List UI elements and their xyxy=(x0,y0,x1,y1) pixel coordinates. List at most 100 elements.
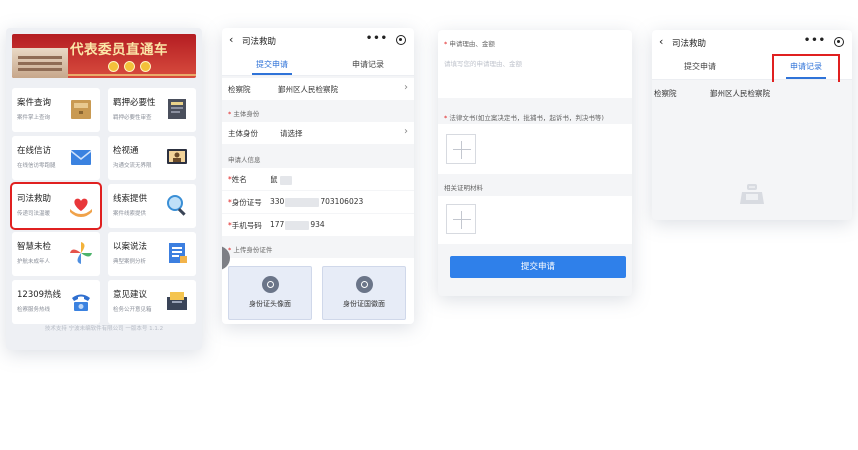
legal-docs-label: * 法律文书(如立案决定书，批捕书，起诉书，判决书等) xyxy=(444,114,604,122)
tile-title: 以案说法 xyxy=(113,242,148,252)
page-title: 司法救助 xyxy=(672,39,707,49)
emblem-icon xyxy=(124,61,135,72)
tile-title: 案件查询 xyxy=(17,98,52,108)
camera-icon xyxy=(262,276,279,293)
procuratorate-row[interactable]: 检察院 鄞州区人民检察院 › xyxy=(222,78,414,100)
nav-header: ‹ 司法救助 ••• xyxy=(222,28,414,52)
apply-form-panel: ‹ 司法救助 ••• 提交申请 申请记录 检察院 鄞州区人民检察院 › * 主体… xyxy=(222,28,414,324)
tile-title: 在线信访 xyxy=(17,146,52,156)
document-icon xyxy=(169,243,187,263)
magnifier-icon xyxy=(167,195,186,216)
tile-subtitle: 传递司法温暖 xyxy=(17,211,51,217)
id-front-upload[interactable]: 身份证头像面 xyxy=(228,266,312,320)
page-title: 司法救助 xyxy=(242,37,277,47)
id-front-caption: 身份证头像面 xyxy=(249,300,291,308)
tile-title: 线索提供 xyxy=(113,194,148,204)
banner[interactable]: 代表委员直通车 xyxy=(12,34,196,78)
emblem-icon xyxy=(140,61,151,72)
more-menu-icon[interactable]: ••• xyxy=(804,35,826,46)
tile-online-petition[interactable]: 在线信访 在线信访零跑腿 xyxy=(12,136,100,180)
suggestion-box-icon xyxy=(167,292,187,310)
back-icon[interactable]: ‹ xyxy=(229,33,233,46)
apply-form-continued-panel: * 申请理由、金额 请填写您的申请理由、金额 * 法律文书(如立案决定书，批捕书… xyxy=(438,30,632,296)
tab-bar: 提交申请 申请记录 xyxy=(222,52,414,76)
footer-text: 技术支持 宁波未编软件有限公司 一版本号 1.1.2 xyxy=(44,326,164,332)
applicant-section-title: 申请人信息 xyxy=(228,156,261,164)
tile-title: 智慧未检 xyxy=(17,242,52,252)
tile-lead-report[interactable]: 线索提供 案件线索提供 xyxy=(108,184,196,228)
pinwheel-icon xyxy=(70,242,92,264)
camera-icon xyxy=(356,276,373,293)
tile-judicial-aid[interactable]: 司法救助 传递司法温暖 xyxy=(10,182,102,230)
name-label: *姓名 xyxy=(228,175,247,184)
procuratorate-value: 鄞州区人民检察院 xyxy=(278,85,338,94)
tile-suggestions[interactable]: 意见建议 检务公开意见箱 xyxy=(108,280,196,324)
empty-inbox-icon xyxy=(740,184,764,204)
active-tab-indicator xyxy=(252,73,292,75)
subject-identity-select: 请选择 xyxy=(280,129,303,138)
video-call-icon xyxy=(167,149,187,164)
name-value: 鼠 xyxy=(270,174,292,185)
name-field[interactable]: *姓名 鼠 xyxy=(222,168,414,190)
procuratorate-value: 鄞州区人民检察院 xyxy=(710,89,770,98)
tile-subtitle: 沟通交流无界限 xyxy=(113,163,152,169)
procuratorate-label: 检察院 xyxy=(228,85,251,94)
subject-identity-label: 主体身份 xyxy=(228,129,258,138)
reason-label: * 申请理由、金额 xyxy=(444,40,495,48)
tab-submit-application[interactable]: 提交申请 xyxy=(256,59,288,70)
back-icon[interactable]: ‹ xyxy=(659,35,663,48)
add-proof-material-button[interactable] xyxy=(446,204,476,234)
tile-subtitle: 案件掌上查询 xyxy=(17,115,51,121)
tile-subtitle: 典型案例分析 xyxy=(113,259,147,265)
nav-header: ‹ 司法救助 ••• xyxy=(652,30,852,54)
add-legal-doc-button[interactable] xyxy=(446,134,476,164)
tile-subtitle: 在线信访零跑腿 xyxy=(17,163,56,169)
chevron-right-icon: › xyxy=(404,82,408,93)
id-back-caption: 身份证国徽面 xyxy=(343,300,385,308)
tile-subtitle: 护航未成年人 xyxy=(17,259,51,265)
folder-icon xyxy=(71,100,91,119)
close-target-icon[interactable] xyxy=(396,35,406,45)
reason-textarea[interactable]: 请填写您的申请理由、金额 xyxy=(444,58,522,68)
building-image xyxy=(12,48,68,78)
tile-title: 羁押必要性 xyxy=(113,98,156,108)
tile-detention-necessity[interactable]: 羁押必要性 羁押必要性审查 xyxy=(108,88,196,132)
tile-case-query[interactable]: 案件查询 案件掌上查询 xyxy=(12,88,100,132)
phone-field[interactable]: *手机号码 177 934 xyxy=(222,214,414,236)
tab-application-records[interactable]: 申请记录 xyxy=(352,59,384,70)
tile-title: 司法救助 xyxy=(17,194,52,204)
procuratorate-label: 检察院 xyxy=(654,89,677,98)
emblem-icon xyxy=(108,61,119,72)
phone-value: 177 934 xyxy=(270,220,325,230)
banner-title: 代表委员直通车 xyxy=(70,42,168,58)
tile-hotline[interactable]: 12309热线 检察服务热线 xyxy=(12,280,100,324)
upload-section-title: * 上传身份证件 xyxy=(228,246,273,254)
more-menu-icon[interactable]: ••• xyxy=(366,33,388,44)
tile-subtitle: 检察服务热线 xyxy=(17,307,51,313)
chevron-right-icon: › xyxy=(404,126,408,137)
tile-title: 12309热线 xyxy=(17,290,62,300)
tab-submit-application[interactable]: 提交申请 xyxy=(684,61,716,72)
subject-identity-row[interactable]: 主体身份 请选择 › xyxy=(222,122,414,144)
subject-section-title: * 主体身份 xyxy=(228,110,260,118)
tile-title: 意见建议 xyxy=(113,290,148,300)
id-number-field[interactable]: *身份证号 330 703106023 xyxy=(222,191,414,213)
id-back-upload[interactable]: 身份证国徽面 xyxy=(322,266,406,320)
procuratorate-row[interactable]: 检察院 鄞州区人民检察院 xyxy=(652,82,852,104)
tile-title: 检视通 xyxy=(113,146,139,156)
id-number-label: *身份证号 xyxy=(228,198,262,207)
proof-materials-label: 相关证明材料 xyxy=(444,184,483,192)
tile-video-connect[interactable]: 检视通 沟通交流无界限 xyxy=(108,136,196,180)
home-screen-panel: 代表委员直通车 案件查询 案件掌上查询 羁押必要性 羁押必要性审查 在线信访 在… xyxy=(6,28,202,350)
document-stack-icon xyxy=(168,99,186,119)
tile-subtitle: 检务公开意见箱 xyxy=(113,307,152,313)
tile-case-lesson[interactable]: 以案说法 典型案例分析 xyxy=(108,232,196,276)
banner-stripe xyxy=(68,74,196,76)
submit-application-button[interactable]: 提交申请 xyxy=(450,256,626,278)
tile-smart-juvenile[interactable]: 智慧未检 护航未成年人 xyxy=(12,232,100,276)
application-records-panel: ‹ 司法救助 ••• 提交申请 申请记录 检察院 鄞州区人民检察院 xyxy=(652,30,852,220)
close-target-icon[interactable] xyxy=(834,37,844,47)
phone-icon xyxy=(72,294,90,311)
heart-hands-icon xyxy=(70,198,92,217)
phone-label: *手机号码 xyxy=(228,221,262,230)
